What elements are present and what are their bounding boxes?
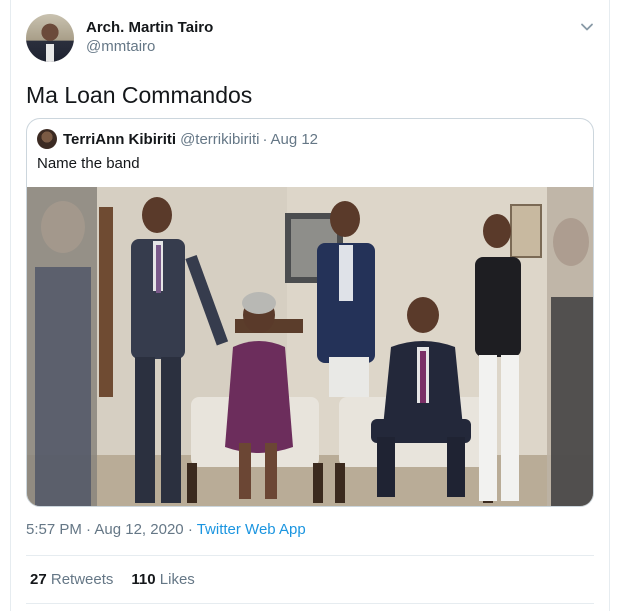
tweet-date[interactable]: Aug 12, 2020 (94, 521, 183, 538)
quoted-tweet[interactable]: TerriAnn Kibiriti @terrikibiriti · Aug 1… (26, 118, 594, 507)
divider-bottom (26, 603, 594, 604)
retweets-count: 27 (30, 571, 47, 588)
likes-count: 110 (131, 571, 156, 588)
quoted-author-name[interactable]: TerriAnn Kibiriti (63, 131, 176, 148)
quoted-date[interactable]: Aug 12 (270, 131, 318, 148)
author-handle[interactable]: @mmtairo (86, 37, 213, 57)
tweet-source-link[interactable]: Twitter Web App (197, 521, 306, 538)
tweet-time[interactable]: 5:57 PM (26, 521, 82, 538)
chevron-down-icon[interactable] (578, 18, 596, 36)
author-avatar[interactable] (26, 14, 74, 62)
meta-separator-1: · (86, 521, 92, 538)
likes-stat[interactable]: 110 Likes (131, 571, 194, 588)
quoted-text: Name the band (37, 155, 140, 172)
tweet-stats: 27 Retweets 110 Likes (30, 571, 195, 588)
quoted-photo[interactable] (27, 187, 593, 507)
retweets-stat[interactable]: 27 Retweets (30, 571, 113, 588)
author-name[interactable]: Arch. Martin Tairo (86, 19, 213, 37)
meta-separator-2: · (187, 521, 193, 538)
author-block[interactable]: Arch. Martin Tairo @mmtairo (86, 19, 213, 57)
tweet-text: Ma Loan Commandos (26, 82, 253, 108)
quoted-avatar[interactable] (37, 129, 57, 149)
quoted-author-handle[interactable]: @terrikibiriti (180, 131, 259, 148)
quoted-separator: · (262, 130, 268, 148)
retweets-label: Retweets (50, 571, 114, 588)
divider-top (26, 555, 594, 556)
tweet-meta: 5:57 PM · Aug 12, 2020 · Twitter Web App (26, 521, 306, 538)
likes-label: Likes (159, 571, 195, 588)
quoted-header: TerriAnn Kibiriti @terrikibiriti · Aug 1… (37, 129, 318, 149)
